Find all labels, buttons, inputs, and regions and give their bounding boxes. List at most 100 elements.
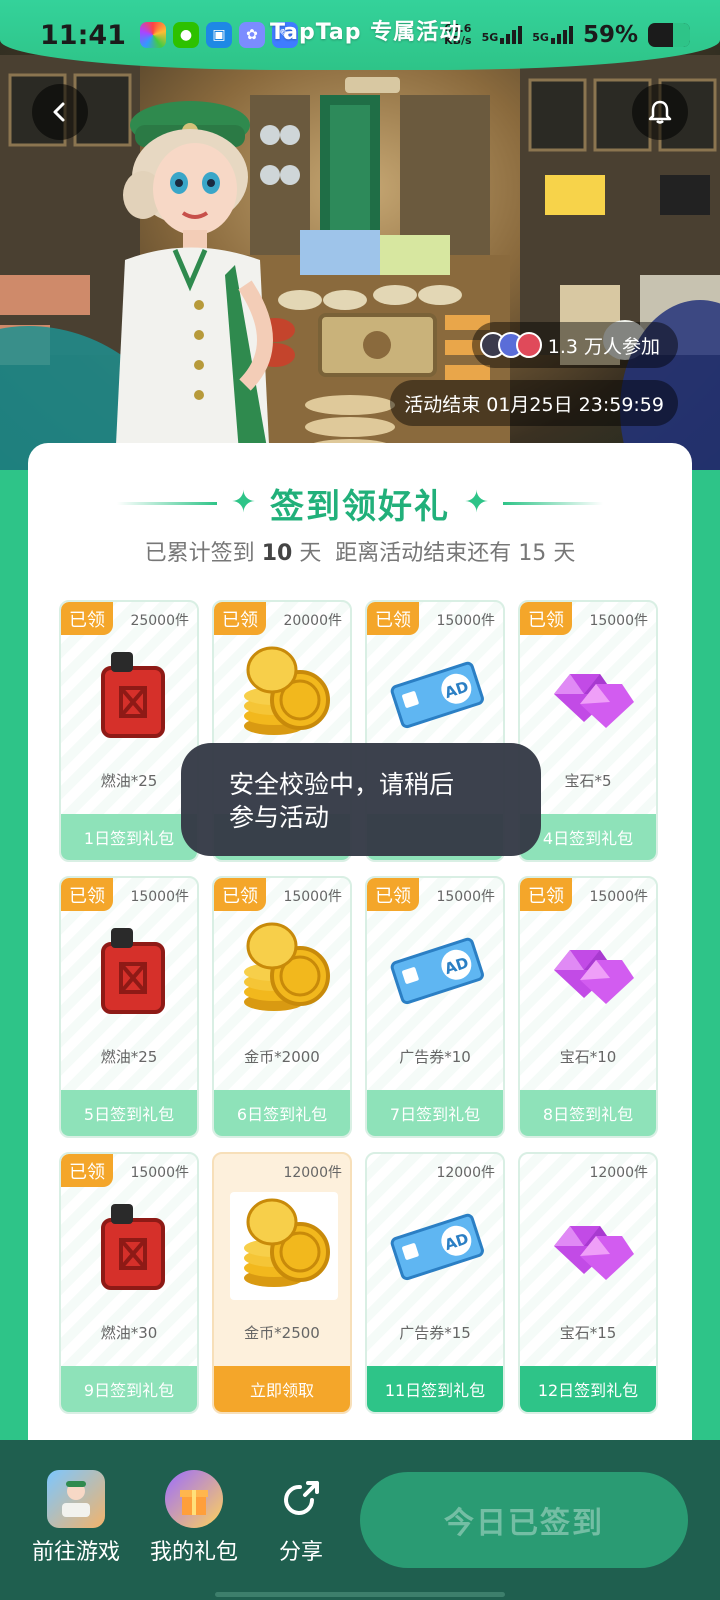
gift-stock: 15000件 [283,889,342,905]
gift-stock: 15000件 [436,613,495,629]
gift-card[interactable]: 12000件金币*2500 立即领取 [212,1152,352,1414]
gift-stock: 15000件 [130,1165,189,1181]
checked-in-days: 10 [261,541,293,566]
gold-coins-icon [230,916,338,1024]
gift-day-label: 8日签到礼包 [520,1090,656,1136]
share-icon [272,1470,330,1528]
battery-level [672,23,690,47]
vpn-app-icon: ✿ [238,22,265,48]
gold-coins-icon [230,640,338,748]
notification-button[interactable] [632,84,688,140]
battery-icon [648,23,690,47]
chef-character-illustration [95,85,285,465]
gift-stock: 12000件 [283,1165,342,1181]
gift-card[interactable]: 已领 15000件燃油*30 9日签到礼包 [59,1152,199,1414]
claim-now-button[interactable]: 立即领取 [214,1366,350,1412]
claimed-badge: 已领 [214,602,266,635]
gift-card[interactable]: 已领 15000件 AD 广告券*10 7日签到礼包 [365,876,505,1138]
gift-name: 广告券*10 [399,1048,471,1066]
gift-stock: 15000件 [589,889,648,905]
summary-middle: 天 距离活动结束还有 [299,541,512,566]
participants-count: 1.3 万人参加 [547,335,660,358]
my-gifts-button[interactable]: 我的礼包 [150,1470,238,1566]
cloud-app-icon: ▣ [205,22,232,48]
share-button[interactable]: 分享 [272,1470,330,1566]
gift-stock: 12000件 [589,1165,648,1181]
gallery-app-icon [139,22,166,48]
gift-name: 燃油*25 [100,1048,158,1066]
gift-stock: 15000件 [130,889,189,905]
gift-day-label: 7日签到礼包 [367,1090,503,1136]
status-time: 11:41 [40,19,126,51]
bottom-action-bar: 前往游戏 我的礼包 分享 今日已签到 [0,1440,720,1600]
checkin-summary: 已累计签到 10 天 距离活动结束还有 15 天 [28,535,692,567]
card-title-row: ✦ 签到领好礼 ✦ [28,475,692,531]
sparkle-icon: ✦ [230,485,256,520]
gift-stock: 25000件 [130,613,189,629]
gift-stock: 15000件 [436,889,495,905]
purple-gem-icon [536,916,644,1024]
gift-day-label: 9日签到礼包 [61,1366,197,1412]
gift-name: 燃油*25 [100,772,158,790]
back-button[interactable] [32,84,88,140]
ad-ticket-icon: AD [383,640,491,748]
toast-line-2: 参与活动 [229,803,330,832]
claimed-badge: 已领 [61,602,113,635]
gift-card[interactable]: 12000件 AD 广告券*15 11日签到礼包 [365,1152,505,1414]
claimed-badge: 已领 [367,878,419,911]
fuel-can-icon [77,640,185,748]
status-indicators: 65.6 KB/s 5G 5G 59% [444,22,690,48]
fuel-can-icon [77,916,185,1024]
summary-suffix: 天 [553,541,576,566]
gift-card[interactable]: 已领 15000件 宝石*10 8日签到礼包 [518,876,658,1138]
divider [116,501,217,505]
go-to-game-button[interactable]: 前往游戏 [32,1470,120,1566]
gift-box-icon [165,1470,223,1528]
avatar [515,332,542,358]
signal-1-label: 5G [481,31,499,44]
gift-stock: 20000件 [283,613,342,629]
purple-gem-icon [536,1192,644,1300]
gift-stock: 15000件 [589,613,648,629]
gift-name: 宝石*15 [559,1324,617,1342]
checked-in-today-button[interactable]: 今日已签到 [360,1472,688,1568]
gold-coins-icon [230,1192,338,1300]
gift-card[interactable]: 已领 15000件燃油*25 5日签到礼包 [59,876,199,1138]
claimed-badge: 已领 [520,602,572,635]
summary-prefix: 已累计签到 [144,541,255,566]
fuel-can-icon [77,1192,185,1300]
gift-day-label: 1日签到礼包 [61,814,197,860]
claimed-badge: 已领 [367,602,419,635]
activity-end-time: 活动结束 01月25日 23:59:59 [390,380,678,426]
card-title: 签到领好礼 [270,486,450,527]
gift-name: 金币*2500 [244,1324,320,1342]
gift-day-label: 5日签到礼包 [61,1090,197,1136]
claimed-badge: 已领 [61,878,113,911]
security-check-toast: 安全校验中，请稍后 参与活动 [181,743,541,856]
gift-card[interactable]: 12000件 宝石*15 12日签到礼包 [518,1152,658,1414]
gift-card[interactable]: 已领 15000件 金币*2000 6日签到礼包 [212,876,352,1138]
chevron-left-icon [53,102,65,122]
participant-avatars [479,332,542,358]
gift-name: 宝石*10 [559,1048,617,1066]
gift-card[interactable]: 已领 25000件燃油*25 1日签到礼包 [59,600,199,862]
ad-ticket-icon: AD [383,1192,491,1300]
divider [503,501,604,505]
gift-stock: 12000件 [436,1165,495,1181]
gift-name: 燃油*30 [100,1324,158,1342]
battery-percent: 59% [582,22,638,48]
claimed-badge: 已领 [61,1154,113,1187]
signal-bars-icon [550,26,573,44]
claimed-badge: 已领 [214,878,266,911]
share-label: 分享 [278,1540,323,1565]
remaining-days: 15 [518,541,547,566]
gift-name: 金币*2000 [244,1048,320,1066]
ad-ticket-icon: AD [383,916,491,1024]
participants-badge: 1.3 万人参加 [471,322,678,368]
wechat-icon: ● [172,22,199,48]
purple-gem-icon [536,640,644,748]
gift-grid: 已领 25000件 燃油*25 1日签到礼包 已领 20000件 已领 15000件 AD 已领 1… [59,600,661,1414]
taptap-activity-banner: TapTap 专属活动 [270,20,463,45]
gift-day-label: 11日签到礼包 [367,1366,503,1412]
checkin-card: ✦ 签到领好礼 ✦ 已累计签到 10 天 距离活动结束还有 15 天 已领 250… [28,443,692,1443]
